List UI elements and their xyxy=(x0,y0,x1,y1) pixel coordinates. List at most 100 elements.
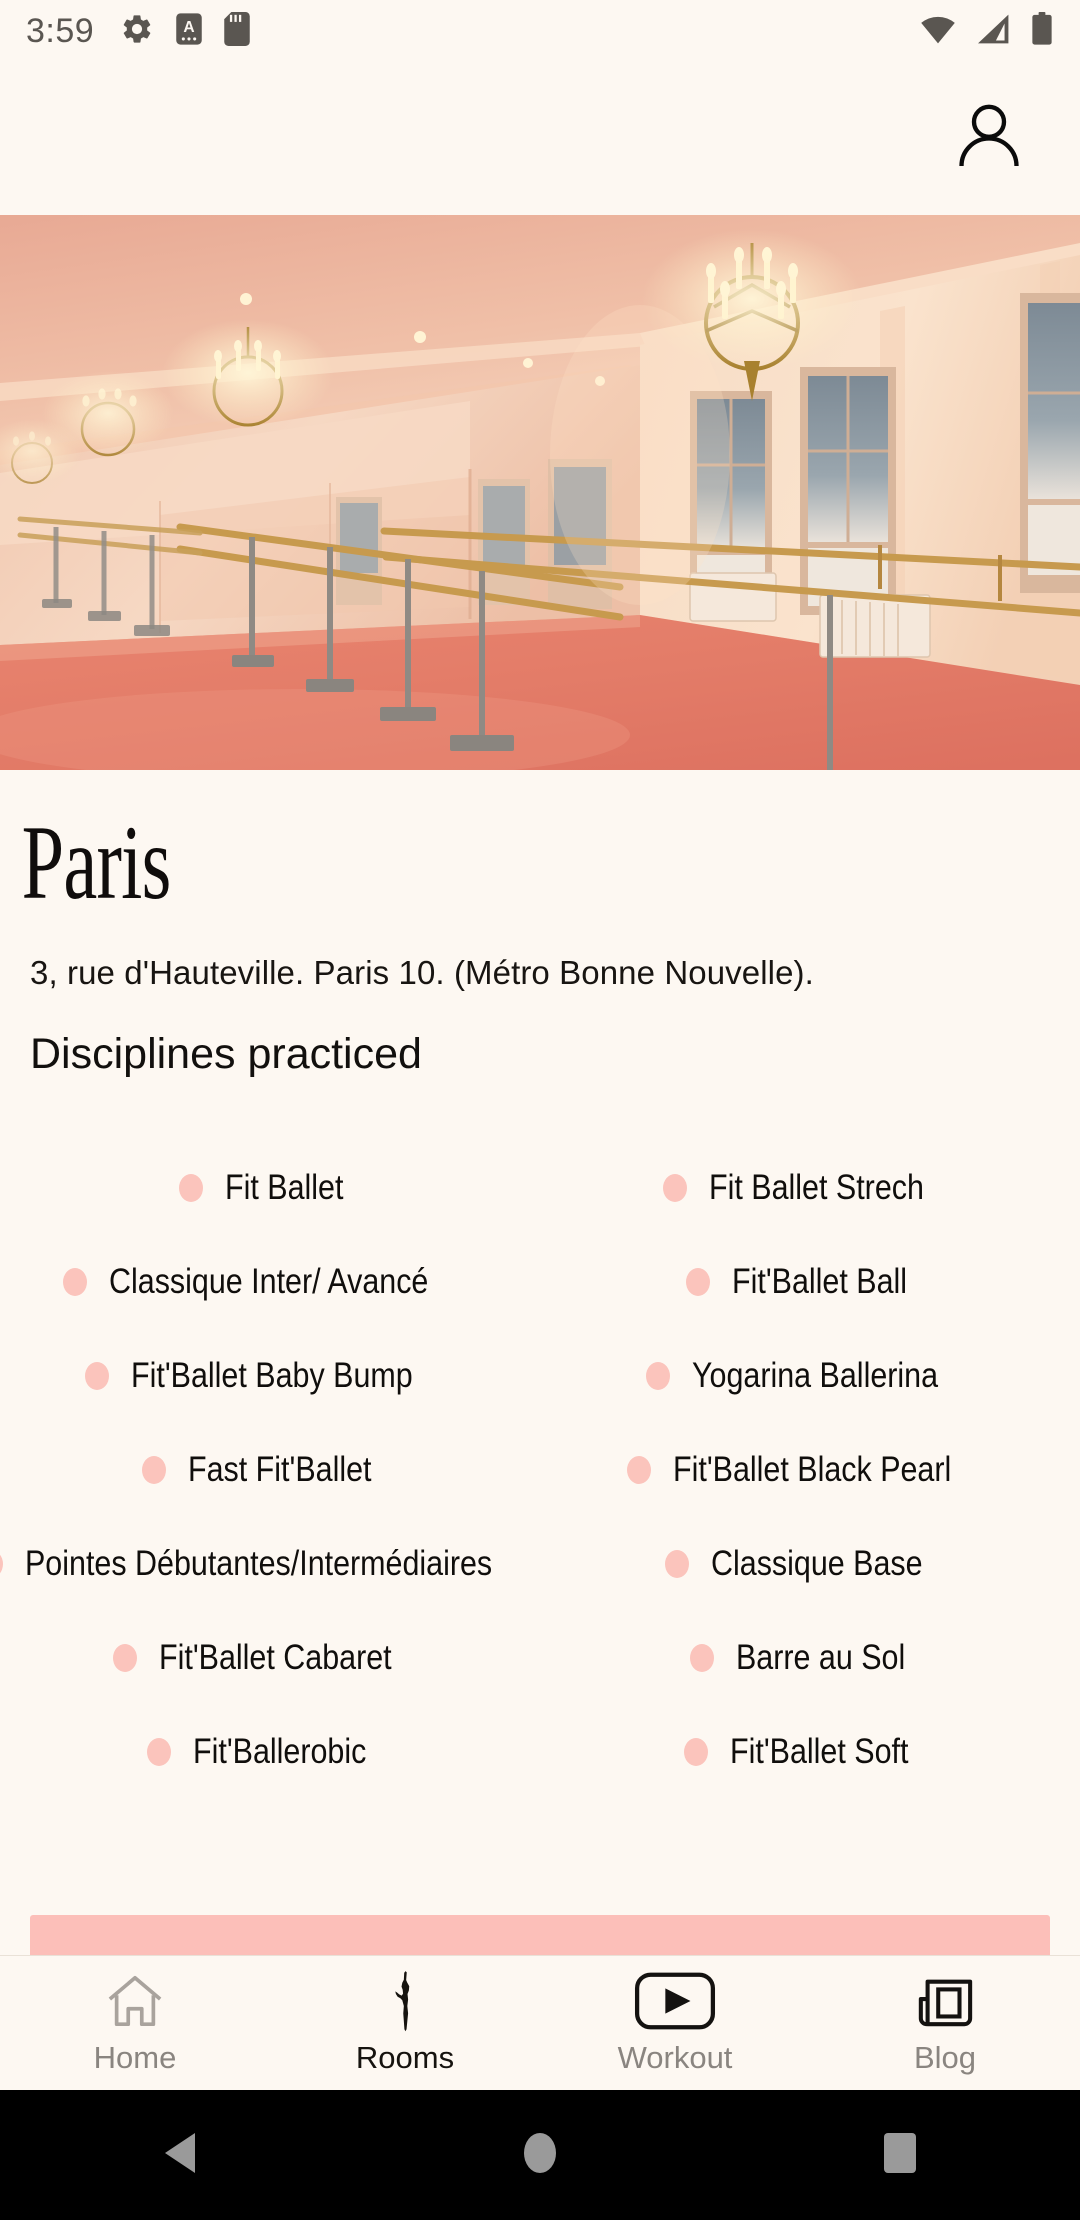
discipline-label: Fit'Ballerobic xyxy=(193,1732,367,1771)
disciplines-row: Classique Inter/ Avancé Fit'Ballet Ball xyxy=(0,1235,1080,1329)
bullet-dot-icon xyxy=(684,1738,709,1766)
bullet-dot-icon xyxy=(63,1268,88,1296)
discipline-cell[interactable]: Fit'Ballet Baby Bump xyxy=(0,1356,540,1396)
discipline-cell[interactable]: Pointes Débutantes/Intermédiaires xyxy=(0,1544,540,1584)
nav-item-rooms[interactable]: Rooms xyxy=(270,1956,540,2091)
nav-label-rooms: Rooms xyxy=(355,2040,455,2075)
venue-address: 3, rue d'Hauteville. Paris 10. (Métro Bo… xyxy=(30,954,814,991)
discipline-cell[interactable]: Fit'Ballet Cabaret xyxy=(0,1638,540,1678)
list-item: Fit'Ballet Black Pearl xyxy=(627,1450,993,1490)
bullet-dot-icon xyxy=(645,1362,670,1390)
wifi-icon xyxy=(918,13,958,50)
home-icon xyxy=(104,1970,166,2032)
discipline-label: Barre au Sol xyxy=(735,1638,905,1677)
bullet-dot-icon xyxy=(0,1550,3,1578)
bullet-dot-icon xyxy=(113,1644,138,1672)
app-header xyxy=(0,62,1080,215)
status-bar: 3:59 A xyxy=(0,0,1080,62)
list-item: Fit Ballet Strech xyxy=(663,1168,956,1208)
discipline-label: Fit'Ballet Ball xyxy=(732,1262,908,1301)
nav-label-workout: Workout xyxy=(617,2040,733,2075)
list-item: Fast Fit'Ballet xyxy=(141,1450,399,1490)
nav-item-home[interactable]: Home xyxy=(0,1956,270,2091)
discipline-label: Classique Base xyxy=(711,1544,923,1583)
bullet-dot-icon xyxy=(147,1738,172,1766)
discipline-label: Yogarina Ballerina xyxy=(691,1356,938,1395)
list-item: Fit'Ballet Soft xyxy=(684,1732,935,1772)
status-bar-right-icons xyxy=(918,11,1054,51)
disciplines-row: Fit'Ballerobic Fit'Ballet Soft xyxy=(0,1705,1080,1799)
venue-content: Paris 3, rue d'Hauteville. Paris 10. (Mé… xyxy=(0,770,1080,1799)
a-badge-icon: A xyxy=(174,12,204,51)
discipline-cell[interactable]: Fit'Ballet Soft xyxy=(540,1732,1080,1772)
discipline-cell[interactable]: Fit Ballet xyxy=(0,1168,540,1208)
list-item: Barre au Sol xyxy=(689,1638,931,1678)
bullet-dot-icon xyxy=(663,1174,688,1202)
home-circle-icon xyxy=(520,2131,560,2180)
section-heading-disciplines: Disciplines practiced xyxy=(30,1030,422,1078)
newspaper-icon xyxy=(914,1970,976,2032)
gear-icon xyxy=(120,12,154,51)
profile-button[interactable] xyxy=(946,96,1032,182)
bullet-dot-icon xyxy=(665,1550,690,1578)
discipline-cell[interactable]: Barre au Sol xyxy=(540,1638,1080,1678)
bullet-dot-icon xyxy=(627,1456,652,1484)
discipline-label: Fit'Ballet Black Pearl xyxy=(673,1450,952,1489)
nav-label-blog: Blog xyxy=(913,2040,977,2075)
discipline-label: Fit'Ballet Baby Bump xyxy=(131,1356,413,1395)
app-screen: 3:59 A Paris 3, rue d'Hauteville. Paris … xyxy=(0,0,1080,2220)
nav-item-workout[interactable]: Workout xyxy=(540,1956,810,2091)
discipline-cell[interactable]: Fast Fit'Ballet xyxy=(0,1450,540,1490)
discipline-label: Fit'Ballet Cabaret xyxy=(159,1638,392,1677)
list-item: Classique Inter/ Avancé xyxy=(63,1262,476,1302)
disciplines-list: Fit Ballet Fit Ballet Strech Classique I… xyxy=(0,1141,1080,1799)
nav-label-home: Home xyxy=(93,2040,177,2075)
list-item: Fit'Ballet Baby Bump xyxy=(85,1356,455,1396)
disciplines-row: Fit'Ballet Baby Bump Yogarina Ballerina xyxy=(0,1329,1080,1423)
disciplines-row: Fit'Ballet Cabaret Barre au Sol xyxy=(0,1611,1080,1705)
discipline-cell[interactable]: Fit Ballet Strech xyxy=(540,1168,1080,1208)
discipline-cell[interactable]: Yogarina Ballerina xyxy=(540,1356,1080,1396)
android-system-nav xyxy=(0,2090,1080,2220)
discipline-label: Classique Inter/ Avancé xyxy=(109,1262,429,1301)
list-item: Fit'Ballet Cabaret xyxy=(113,1638,426,1678)
bullet-dot-icon xyxy=(689,1644,714,1672)
list-item: Pointes Débutantes/Intermédiaires xyxy=(0,1544,561,1584)
bullet-dot-icon xyxy=(85,1362,110,1390)
recents-square-icon xyxy=(882,2131,918,2180)
discipline-label: Fast Fit'Ballet xyxy=(187,1450,372,1489)
ballerina-icon xyxy=(385,1970,425,2032)
list-item: Classique Base xyxy=(665,1544,954,1584)
discipline-cell[interactable]: Fit'Ballet Ball xyxy=(540,1262,1080,1302)
discipline-cell[interactable]: Fit'Ballet Black Pearl xyxy=(540,1450,1080,1490)
discipline-cell[interactable]: Classique Inter/ Avancé xyxy=(0,1262,540,1302)
cellular-signal-icon xyxy=(976,13,1012,50)
discipline-cell[interactable]: Classique Base xyxy=(540,1544,1080,1584)
back-triangle-icon xyxy=(163,2131,197,2180)
bullet-dot-icon xyxy=(178,1174,203,1202)
recents-button[interactable] xyxy=(720,2131,1080,2180)
bullet-dot-icon xyxy=(686,1268,711,1296)
bullet-dot-icon xyxy=(141,1456,166,1484)
bottom-navigation: Home Rooms Workout Blog xyxy=(0,1955,1080,2090)
list-item: Fit Ballet xyxy=(178,1168,361,1208)
disciplines-row: Fit Ballet Fit Ballet Strech xyxy=(0,1141,1080,1235)
status-bar-left-icons: A xyxy=(120,11,250,51)
disciplines-row: Fast Fit'Ballet Fit'Ballet Black Pearl xyxy=(0,1423,1080,1517)
home-button[interactable] xyxy=(360,2131,720,2180)
back-button[interactable] xyxy=(0,2131,360,2180)
sdcard-icon xyxy=(224,11,250,51)
battery-icon xyxy=(1030,11,1054,51)
discipline-label: Fit Ballet xyxy=(224,1168,344,1207)
status-bar-clock: 3:59 xyxy=(26,11,95,50)
discipline-label: Fit Ballet Strech xyxy=(709,1168,925,1207)
list-item: Yogarina Ballerina xyxy=(645,1356,975,1396)
discipline-label: Fit'Ballet Soft xyxy=(730,1732,909,1771)
discipline-cell[interactable]: Fit'Ballerobic xyxy=(0,1732,540,1772)
disciplines-row: Pointes Débutantes/Intermédiaires Classi… xyxy=(0,1517,1080,1611)
discipline-label: Pointes Débutantes/Intermédiaires xyxy=(24,1544,492,1583)
list-item: Fit'Ballerobic xyxy=(147,1732,392,1772)
nav-item-blog[interactable]: Blog xyxy=(810,1956,1080,2091)
studio-hero-image xyxy=(0,215,1080,770)
list-item: Fit'Ballet Ball xyxy=(686,1262,933,1302)
